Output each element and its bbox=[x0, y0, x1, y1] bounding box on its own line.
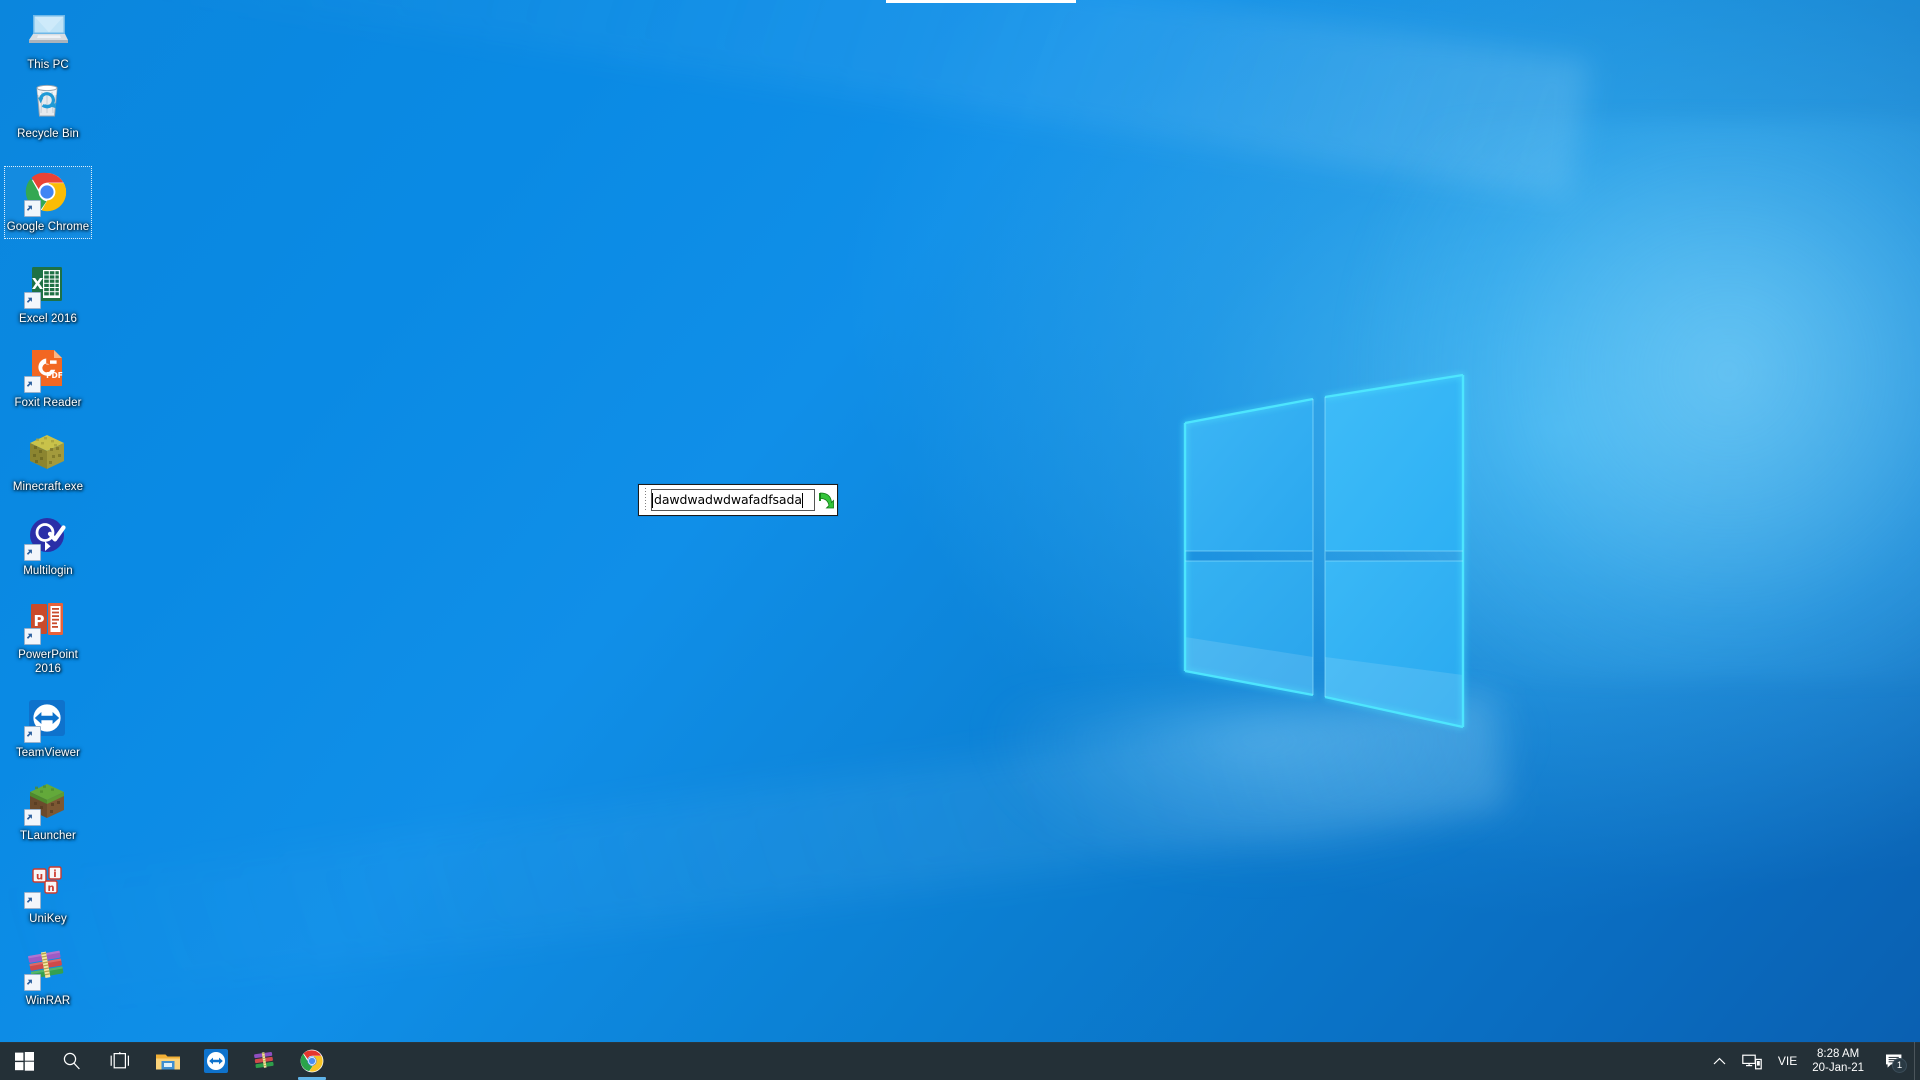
svg-text:i: i bbox=[53, 869, 56, 880]
svg-text:PDF: PDF bbox=[46, 371, 63, 380]
shortcut-arrow-icon bbox=[24, 376, 41, 393]
windows-hero-logo bbox=[1183, 373, 1545, 750]
desktop-icon-label: Minecraft.exe bbox=[12, 481, 84, 493]
shortcut-arrow-icon bbox=[24, 200, 41, 217]
desktop-icon-label: This PC bbox=[27, 59, 69, 71]
rename-drag-dots bbox=[641, 488, 650, 512]
network-icon[interactable] bbox=[1735, 1042, 1769, 1080]
search-icon[interactable] bbox=[48, 1042, 96, 1080]
shortcut-arrow-icon bbox=[24, 892, 41, 909]
foxit-pdf-icon: PDF bbox=[24, 345, 72, 393]
shortcut-arrow-icon bbox=[24, 809, 41, 826]
desktop-icon-label: WinRAR bbox=[25, 995, 71, 1007]
desktop-icon-tlauncher[interactable]: TLauncher bbox=[4, 775, 92, 848]
taskbar-app-winrar[interactable] bbox=[240, 1042, 288, 1080]
desktop-icon-powerpoint-2016[interactable]: P PowerPoint 2016 bbox=[4, 594, 92, 680]
clock-date: 20-Jan-21 bbox=[1812, 1062, 1864, 1074]
desktop-icon-label: PowerPoint 2016 bbox=[18, 649, 78, 675]
desktop-icon-unikey[interactable]: u i n UniKey bbox=[4, 858, 92, 931]
desktop-icon-label: Multilogin bbox=[23, 565, 73, 577]
excel-icon: X bbox=[24, 261, 72, 309]
start-button[interactable] bbox=[0, 1042, 48, 1080]
desktop-icon-multilogin[interactable]: Multilogin bbox=[4, 510, 92, 583]
desktop-icon-teamviewer[interactable]: TeamViewer bbox=[4, 692, 92, 765]
notification-badge: 1 bbox=[1892, 1058, 1907, 1073]
multilogin-icon bbox=[24, 513, 72, 561]
desktop-icon-label: Foxit Reader bbox=[14, 397, 82, 409]
desktop-icon-recycle-bin[interactable]: Recycle Bin bbox=[4, 73, 92, 146]
shortcut-arrow-icon bbox=[24, 292, 41, 309]
notifications-icon[interactable]: 1 bbox=[1874, 1042, 1914, 1080]
minecraft-grass-icon bbox=[24, 778, 72, 826]
taskbar-app-chrome[interactable] bbox=[288, 1042, 336, 1080]
desktop-icon-minecraft-exe[interactable]: Minecraft.exe bbox=[4, 426, 92, 499]
svg-text:X: X bbox=[32, 275, 44, 293]
clock-time: 8:28 AM bbox=[1817, 1048, 1860, 1060]
powerpoint-icon: P bbox=[24, 597, 72, 645]
desktop-icon-winrar[interactable]: WinRAR bbox=[4, 940, 92, 1013]
minecraft-dirt-icon bbox=[24, 429, 72, 477]
taskbar-app-file-explorer[interactable] bbox=[144, 1042, 192, 1080]
show-desktop-button[interactable] bbox=[1914, 1042, 1920, 1080]
desktop-icon-label: Recycle Bin bbox=[17, 128, 79, 140]
clock[interactable]: 8:28 AM 20-Jan-21 bbox=[1806, 1042, 1874, 1080]
desktop-icon-label: Excel 2016 bbox=[19, 313, 77, 325]
desktop-icon-label: Google Chrome bbox=[6, 221, 90, 233]
rename-text-value: dawdwadwdwafadfsada bbox=[654, 492, 802, 507]
offscreen-window-edge[interactable] bbox=[886, 0, 1076, 3]
desktop-icon-label: TLauncher bbox=[20, 830, 76, 842]
svg-text:n: n bbox=[47, 883, 54, 894]
green-arrow-icon bbox=[815, 488, 837, 512]
desktop-icon-this-pc[interactable]: This PC bbox=[4, 4, 92, 77]
desktop-icon-label: UniKey bbox=[29, 913, 67, 925]
language-indicator[interactable]: VIE bbox=[1769, 1042, 1806, 1080]
system-tray: VIE 8:28 AM 20-Jan-21 1 bbox=[1705, 1042, 1920, 1080]
desktop-wallpaper[interactable] bbox=[0, 0, 1920, 1080]
desktop-icon-google-chrome[interactable]: Google Chrome bbox=[4, 166, 92, 239]
rename-input[interactable]: dawdwadwdwafadfsada bbox=[651, 489, 815, 511]
text-caret bbox=[801, 492, 803, 508]
winrar-books-icon bbox=[24, 943, 72, 991]
shortcut-arrow-icon bbox=[24, 544, 41, 561]
shortcut-arrow-icon bbox=[24, 974, 41, 991]
chevron-up-icon[interactable] bbox=[1705, 1042, 1735, 1080]
taskbar: VIE 8:28 AM 20-Jan-21 1 bbox=[0, 1042, 1920, 1080]
chrome-icon bbox=[24, 169, 72, 217]
teamviewer-icon bbox=[24, 695, 72, 743]
computer-icon bbox=[24, 7, 72, 55]
svg-text:u: u bbox=[36, 871, 43, 882]
shortcut-arrow-icon bbox=[24, 726, 41, 743]
desktop-icon-foxit-reader[interactable]: PDF Foxit Reader bbox=[4, 342, 92, 415]
shortcut-arrow-icon bbox=[24, 628, 41, 645]
unikey-icon: u i n bbox=[24, 861, 72, 909]
desktop-icon-label: TeamViewer bbox=[15, 747, 81, 759]
task-view-icon[interactable] bbox=[96, 1042, 144, 1080]
recycle-bin-icon bbox=[24, 76, 72, 124]
inline-rename-editor[interactable]: dawdwadwdwafadfsada bbox=[638, 484, 838, 516]
taskbar-app-teamviewer[interactable] bbox=[192, 1042, 240, 1080]
desktop-icon-excel-2016[interactable]: X Excel 2016 bbox=[4, 258, 92, 331]
